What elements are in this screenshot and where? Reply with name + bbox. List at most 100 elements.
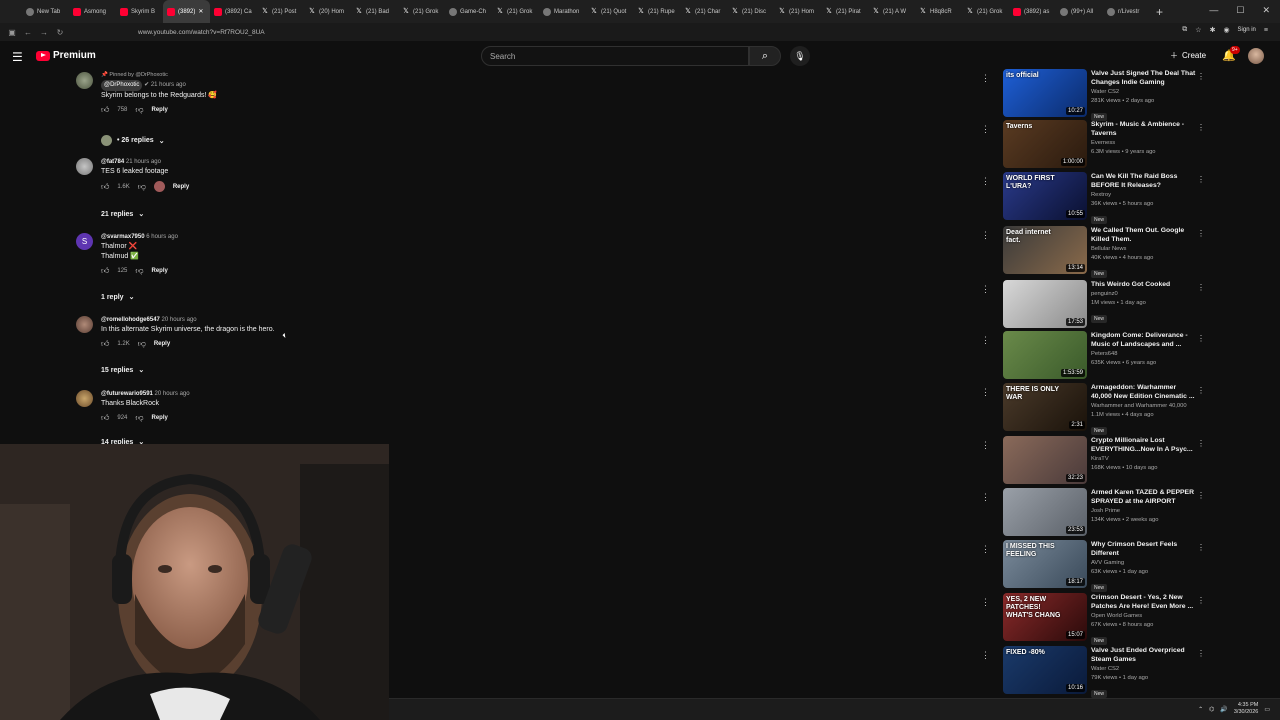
more-options-icon[interactable]: ⋮ — [981, 335, 990, 346]
more-options-icon[interactable]: ⋮ — [981, 284, 990, 295]
commenter-avatar[interactable] — [76, 390, 93, 407]
dislike-icon[interactable]: 👎︎ — [138, 182, 146, 192]
like-icon[interactable]: 👍︎ — [101, 339, 109, 349]
browser-tab[interactable]: 𝕏 (21) Disc — [727, 0, 774, 23]
comment-author[interactable]: @svarmax7950 — [101, 234, 145, 240]
view-replies-button[interactable]: • 26 replies ⌄ — [101, 135, 165, 146]
more-options-icon[interactable]: ⋮ — [981, 176, 990, 187]
hamburger-menu-icon[interactable]: ☰ — [12, 50, 23, 64]
dislike-icon[interactable]: 👎︎ — [135, 105, 143, 115]
minimize-icon[interactable]: — — [1209, 5, 1218, 16]
channel-name[interactable]: Everness — [1091, 138, 1196, 148]
forward-icon[interactable]: → — [36, 28, 52, 37]
browser-tab[interactable]: r/Livestr — [1103, 0, 1150, 23]
sign-in-button[interactable]: Sign in — [1238, 27, 1256, 33]
recommended-video[interactable]: its official 10:27 Valve Just Signed The D… — [1003, 69, 1205, 121]
video-title[interactable]: This Weirdo Got Cooked — [1091, 280, 1196, 289]
voice-search-button[interactable]: 🎙 — [790, 46, 810, 66]
account-avatar[interactable] — [1248, 48, 1264, 64]
browser-tab[interactable]: 𝕏 (21) Post — [257, 0, 304, 23]
video-menu-icon[interactable]: ⋮ — [1197, 491, 1205, 500]
video-menu-icon[interactable]: ⋮ — [1197, 334, 1205, 343]
video-thumbnail[interactable]: YES, 2 NEW PATCHES! WHAT'S CHANG 15:07 — [1003, 593, 1087, 641]
create-button[interactable]: ＋ Create — [1170, 50, 1206, 61]
browser-tab[interactable]: (99+) All — [1056, 0, 1103, 23]
browser-tab[interactable]: 𝕏 (20) Hom — [304, 0, 351, 23]
browser-tab[interactable]: (3892) Ca — [210, 0, 257, 23]
extension-icon[interactable]: ⧉ — [1182, 26, 1187, 34]
recommended-video[interactable]: Dead internet fact. 13:14 We Called Them O… — [1003, 226, 1205, 278]
commenter-avatar[interactable] — [76, 158, 93, 175]
clock[interactable]: 4:35 PM 3/30/2026 — [1234, 702, 1258, 716]
profile-icon[interactable]: ◉ — [1223, 26, 1229, 34]
search-input[interactable]: Search — [481, 46, 749, 66]
video-title[interactable]: Valve Just Ended Overpriced Steam Games — [1091, 646, 1196, 664]
browser-tab[interactable]: 𝕏 H8q8cR — [915, 0, 962, 23]
extensions-puzzle-icon[interactable]: ✱ — [1210, 26, 1216, 34]
video-thumbnail[interactable]: I MISSED THIS FEELING 18:17 — [1003, 540, 1087, 588]
reply-button[interactable]: Reply — [152, 107, 168, 113]
video-thumbnail[interactable]: Taverns 1:00:00 — [1003, 120, 1087, 168]
like-icon[interactable]: 👍︎ — [101, 182, 109, 192]
channel-name[interactable]: Water CS2 — [1091, 664, 1196, 674]
comment-time[interactable]: 20 hours ago — [155, 391, 190, 397]
browser-tab[interactable]: 𝕏 (21) Bad — [351, 0, 398, 23]
video-title[interactable]: We Called Them Out. Google Killed Them. — [1091, 226, 1196, 244]
video-menu-icon[interactable]: ⋮ — [1197, 72, 1205, 81]
commenter-avatar[interactable] — [76, 72, 93, 89]
browser-tab[interactable]: 𝕏 (21) Grok — [492, 0, 539, 23]
dislike-icon[interactable]: 👎︎ — [138, 339, 146, 349]
browser-tab[interactable]: (3892) as — [1009, 0, 1056, 23]
comment-time[interactable]: 21 hours ago — [151, 82, 186, 88]
bookmark-star-icon[interactable]: ☆ — [1195, 26, 1201, 34]
channel-name[interactable]: Open World Games — [1091, 611, 1196, 621]
video-menu-icon[interactable]: ⋮ — [1197, 649, 1205, 658]
video-menu-icon[interactable]: ⋮ — [1197, 283, 1205, 292]
video-thumbnail[interactable]: 1:53:59 — [1003, 331, 1087, 379]
browser-tab[interactable]: Skyrim B — [116, 0, 163, 23]
back-icon[interactable]: ← — [20, 28, 36, 37]
video-thumbnail[interactable]: 17:53 — [1003, 280, 1087, 328]
view-replies-button[interactable]: 15 replies ⌄ — [101, 366, 144, 375]
video-thumbnail[interactable]: WORLD FIRST L'URA? 10:55 — [1003, 172, 1087, 220]
video-title[interactable]: Valve Just Signed The Deal That Changes … — [1091, 69, 1196, 87]
browser-tab[interactable]: 𝕏 (21) Quot — [586, 0, 633, 23]
reply-button[interactable]: Reply — [173, 184, 189, 190]
channel-name[interactable]: Peters648 — [1091, 349, 1196, 359]
comment-author[interactable]: @DrPhoxotic — [101, 80, 143, 91]
video-thumbnail[interactable]: its official 10:27 — [1003, 69, 1087, 117]
more-options-icon[interactable]: ⋮ — [981, 650, 990, 661]
comment-time[interactable]: 6 hours ago — [146, 234, 178, 240]
view-replies-button[interactable]: 21 replies ⌄ — [101, 210, 144, 219]
more-options-icon[interactable]: ⋮ — [981, 544, 990, 555]
chevron-up-icon[interactable]: ⌃ — [1198, 706, 1203, 713]
maximize-icon[interactable]: ☐ — [1236, 5, 1244, 16]
more-options-icon[interactable]: ⋮ — [981, 492, 990, 503]
browser-tab[interactable]: Game-Ch — [445, 0, 492, 23]
browser-tab[interactable]: Asmong — [69, 0, 116, 23]
more-options-icon[interactable]: ⋮ — [981, 73, 990, 84]
comment-author[interactable]: @futurewario9591 — [101, 391, 153, 397]
recommended-video[interactable]: I MISSED THIS FEELING 18:17 Why Crimson De… — [1003, 540, 1205, 592]
recommended-video[interactable]: WORLD FIRST L'URA? 10:55 Can We Kill The R… — [1003, 172, 1205, 224]
recommended-video[interactable]: 1:53:59 Kingdom Come: Deliverance - Music… — [1003, 331, 1205, 381]
comment-time[interactable]: 21 hours ago — [126, 159, 161, 165]
commenter-avatar[interactable] — [76, 316, 93, 333]
browser-tab[interactable]: 𝕏 (21) Hom — [774, 0, 821, 23]
video-thumbnail[interactable]: 23:53 — [1003, 488, 1087, 536]
notification-center-icon[interactable]: ▭ — [1264, 706, 1270, 713]
browser-tab[interactable]: 𝕏 (21) Rupe — [633, 0, 680, 23]
browser-tab[interactable]: 𝕏 (21) Grok — [398, 0, 445, 23]
recommended-video[interactable]: THERE IS ONLY WAR 2:31 Armageddon: Warhamm… — [1003, 383, 1205, 435]
like-icon[interactable]: 👍︎ — [101, 105, 109, 115]
recommended-video[interactable]: 23:53 Armed Karen TAZED & PEPPER SPRAYED … — [1003, 488, 1205, 538]
more-options-icon[interactable]: ⋮ — [981, 597, 990, 608]
browser-menu-icon[interactable]: ≡ — [1264, 27, 1268, 34]
video-menu-icon[interactable]: ⋮ — [1197, 123, 1205, 132]
browser-tab[interactable]: (3892) ✕ — [163, 0, 210, 23]
view-replies-button[interactable]: 1 reply ⌄ — [101, 293, 134, 302]
recommended-video[interactable]: 32:23 Crypto Millionaire Lost EVERYTHING.… — [1003, 436, 1205, 486]
recommended-video[interactable]: 17:53 This Weirdo Got Cooked penguinz0 1M v… — [1003, 280, 1205, 330]
video-thumbnail[interactable]: Dead internet fact. 13:14 — [1003, 226, 1087, 274]
commenter-avatar[interactable]: S — [76, 233, 93, 250]
